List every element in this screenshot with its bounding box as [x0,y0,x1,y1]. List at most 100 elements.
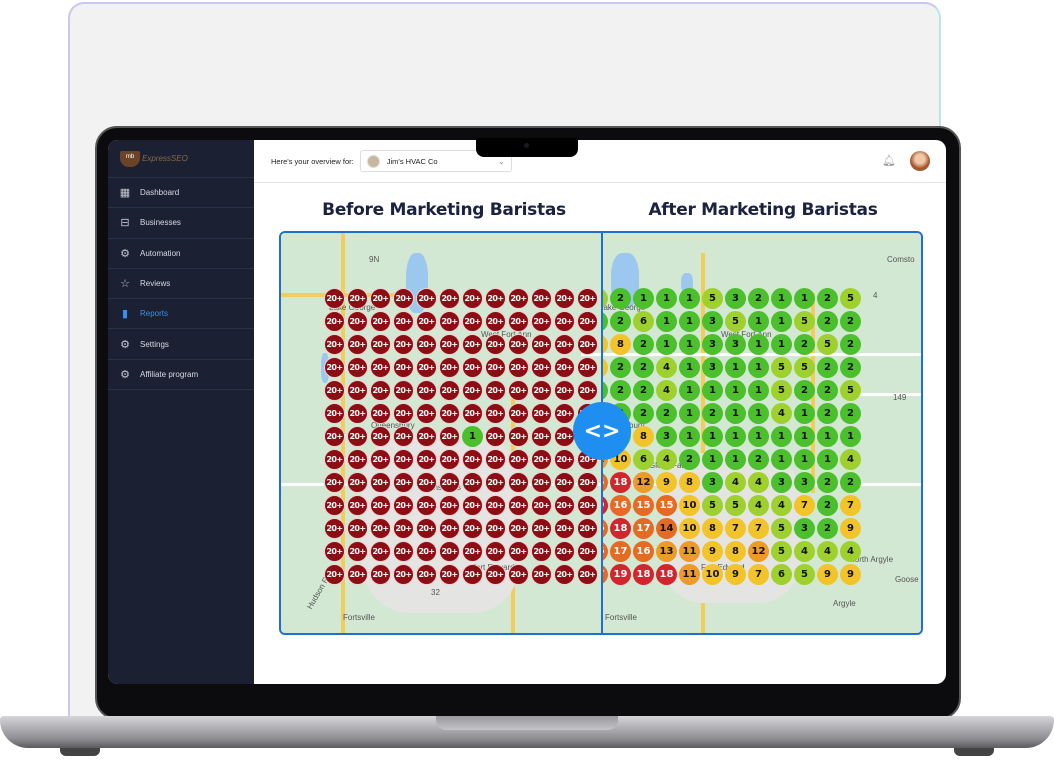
rank-marker[interactable]: 10 [702,563,723,585]
rank-marker[interactable]: 20+ [508,379,529,401]
rank-marker[interactable]: 20+ [347,448,368,470]
rank-marker[interactable]: 10 [679,494,700,516]
rank-marker[interactable]: 9 [817,563,838,585]
rank-marker[interactable]: 2 [679,448,700,470]
rank-marker[interactable]: 1 [702,425,723,447]
rank-marker[interactable]: 20+ [554,333,575,355]
rank-marker[interactable]: 11 [679,563,700,585]
rank-marker[interactable]: 12 [633,471,654,493]
rank-marker[interactable]: 6 [633,310,654,332]
rank-marker[interactable]: 1 [794,448,815,470]
rank-marker[interactable]: 20+ [554,310,575,332]
rank-marker[interactable]: 20+ [485,287,506,309]
rank-marker[interactable]: 11 [679,540,700,562]
rank-marker[interactable]: 20+ [324,540,345,562]
rank-marker[interactable]: 20+ [577,287,598,309]
rank-marker[interactable]: 20+ [370,494,391,516]
rank-marker[interactable]: 2 [840,310,861,332]
rank-marker[interactable]: 4 [656,448,677,470]
rank-marker[interactable]: 20+ [416,425,437,447]
rank-marker[interactable]: 20+ [554,402,575,424]
rank-marker[interactable]: 1 [633,287,654,309]
rank-marker[interactable]: 1 [771,333,792,355]
rank-marker[interactable]: 2 [817,310,838,332]
rank-marker[interactable]: 6 [633,448,654,470]
rank-marker[interactable]: 20+ [462,540,483,562]
rank-marker[interactable]: 5 [840,379,861,401]
rank-marker[interactable]: 9 [840,563,861,585]
rank-marker[interactable]: 20+ [393,425,414,447]
bell-icon[interactable]: 🔔︎ [882,154,896,167]
rank-marker[interactable]: 20+ [393,448,414,470]
rank-marker[interactable]: 20+ [324,425,345,447]
rank-marker[interactable]: 20+ [370,563,391,585]
rank-marker[interactable]: 1 [794,425,815,447]
map-background[interactable]: Lake GeorgeWest Fort AnnQueensburyGlens … [602,233,921,633]
rank-marker[interactable]: 1 [748,356,769,378]
map-background[interactable]: Lake GeorgeWest Fort AnnQueensburyGlens … [281,233,602,633]
rank-marker[interactable]: 2 [633,402,654,424]
rank-marker[interactable]: 20+ [347,425,368,447]
rank-marker[interactable]: 20+ [347,402,368,424]
rank-marker[interactable]: 1 [725,379,746,401]
rank-marker[interactable]: 20+ [462,402,483,424]
rank-marker[interactable]: 20+ [324,563,345,585]
rank-marker[interactable]: 20+ [554,287,575,309]
rank-marker[interactable]: 3 [794,471,815,493]
rank-marker[interactable]: 2 [633,356,654,378]
rank-marker[interactable]: 18 [610,471,631,493]
rank-marker[interactable]: 20+ [462,448,483,470]
sidebar-item-affiliate-program[interactable]: ⚙ Affiliate program [108,360,254,391]
rank-marker[interactable]: 20+ [439,540,460,562]
rank-marker[interactable]: 20+ [347,540,368,562]
rank-marker[interactable]: 20+ [439,310,460,332]
rank-marker[interactable]: 20+ [347,517,368,539]
rank-marker[interactable]: 20+ [439,563,460,585]
rank-marker[interactable]: 1 [771,425,792,447]
rank-marker[interactable]: 3 [702,356,723,378]
rank-marker[interactable]: 20+ [439,287,460,309]
rank-marker[interactable]: 1 [817,448,838,470]
rank-marker[interactable]: 20+ [577,540,598,562]
rank-marker[interactable]: 20+ [577,494,598,516]
logo[interactable]: mb ExpressSEO [108,140,254,178]
rank-marker[interactable]: 4 [817,540,838,562]
rank-marker[interactable]: 20+ [416,379,437,401]
rank-marker[interactable]: 20+ [485,448,506,470]
rank-marker[interactable]: 20+ [531,448,552,470]
rank-marker[interactable]: 20+ [324,471,345,493]
rank-marker[interactable]: 20+ [508,310,529,332]
rank-marker[interactable]: 9 [840,517,861,539]
rank-marker[interactable]: 20+ [324,333,345,355]
rank-marker[interactable]: 20+ [393,402,414,424]
rank-marker[interactable]: 5 [794,563,815,585]
rank-marker[interactable]: 4 [656,379,677,401]
rank-marker[interactable]: 20+ [324,379,345,401]
rank-marker[interactable]: 9 [656,471,677,493]
rank-marker[interactable]: 8 [610,333,631,355]
rank-marker[interactable]: 18 [633,563,654,585]
rank-marker[interactable]: 20+ [347,471,368,493]
rank-marker[interactable]: 20+ [577,310,598,332]
rank-marker[interactable]: 1 [771,310,792,332]
rank-marker[interactable]: 2 [817,379,838,401]
rank-marker[interactable]: 6 [771,563,792,585]
rank-marker[interactable]: 20+ [554,540,575,562]
rank-marker[interactable]: 1 [748,333,769,355]
rank-marker[interactable]: 1 [679,333,700,355]
rank-marker[interactable]: 20+ [393,494,414,516]
rank-marker[interactable]: 20+ [485,310,506,332]
rank-marker[interactable]: 1 [817,425,838,447]
rank-marker[interactable]: 20+ [393,287,414,309]
rank-marker[interactable]: 20+ [393,517,414,539]
rank-marker[interactable]: 5 [771,356,792,378]
rank-marker[interactable]: 20+ [370,471,391,493]
rank-marker[interactable]: 20+ [347,333,368,355]
rank-marker[interactable]: 20+ [462,471,483,493]
rank-marker[interactable]: 20+ [347,379,368,401]
rank-marker[interactable]: 1 [748,402,769,424]
rank-marker[interactable]: 20+ [554,471,575,493]
rank-marker[interactable]: 20+ [324,356,345,378]
sidebar-item-reports[interactable]: ▮ Reports [108,299,254,330]
rank-marker[interactable]: 5 [725,310,746,332]
